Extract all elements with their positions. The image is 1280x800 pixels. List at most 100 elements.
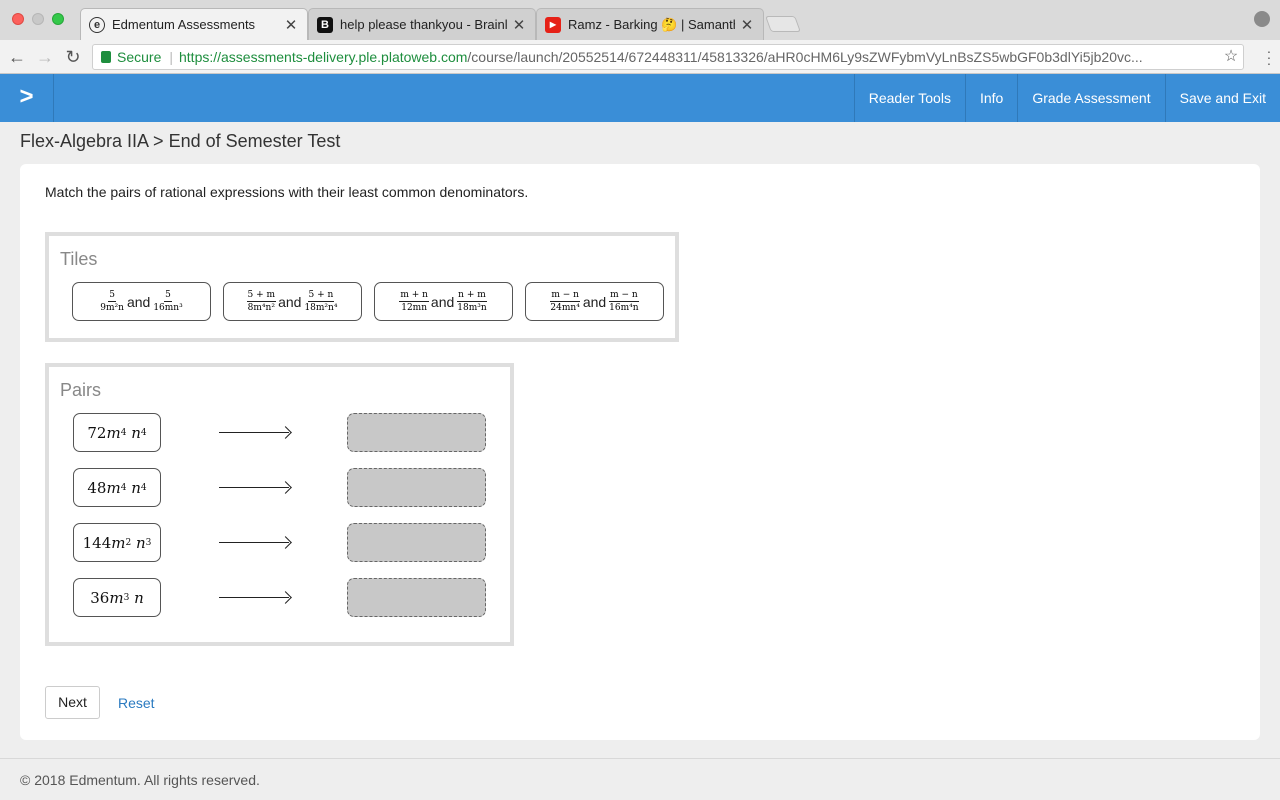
url-path: /course/launch/20552514/672448311/458133… <box>467 49 1143 65</box>
brainly-icon: B <box>317 16 333 33</box>
lcd-coefficient: 48 <box>87 478 107 497</box>
lcd-label: 72 m 4 n4 <box>73 413 161 452</box>
lcd-label: 48 m 4 n4 <box>73 468 161 507</box>
lcd-label: 36 m 3 n <box>73 578 161 617</box>
browser-tab-brainly[interactable]: B help please thankyou - Brainly ✕ <box>308 8 536 40</box>
pairs-heading: Pairs <box>60 380 102 400</box>
fraction: 5 16mn³ <box>152 290 183 313</box>
pairs-container: Pairs 72 m 4 n 4 48 m 4 n 4 144 m 2 n 3 36 m 3 n <box>45 363 514 646</box>
tab-title: Ramz - Barking 🤔 | Samantha <box>568 16 735 32</box>
pair-row: 36 m 3 n <box>49 578 510 617</box>
fraction: m + n 12mn <box>399 290 429 313</box>
numerator: m + n <box>399 290 429 302</box>
numerator: m − n <box>609 290 639 302</box>
back-icon[interactable]: ← <box>6 46 28 68</box>
info-button[interactable]: Info <box>964 74 1017 122</box>
header-nav: Reader Tools Info Grade Assessment Save … <box>853 74 1280 122</box>
tiles-container: Tiles 5 9m²n and 5 16mn³ 5 + m 8m⁴n² and 5 + n 18… <box>45 232 679 342</box>
draggable-tile[interactable]: 5 + m 8m⁴n² and 5 + n 18m²n⁴ <box>223 282 362 321</box>
tiles-heading: Tiles <box>60 249 98 269</box>
reset-link[interactable]: Reset <box>118 695 155 711</box>
n-exponent: 3 <box>145 537 152 548</box>
fraction: 5 + n 18m²n⁴ <box>303 290 338 313</box>
denominator: 12mn <box>401 303 428 313</box>
right-arrow-icon <box>219 597 289 598</box>
window-maximize-button[interactable] <box>52 13 64 25</box>
denominator: 16mn³ <box>153 303 183 313</box>
lcd-coefficient: 144 <box>82 533 112 552</box>
new-tab-button[interactable] <box>765 16 801 32</box>
right-arrow-icon <box>219 432 289 433</box>
right-arrow-icon <box>219 542 289 543</box>
denominator: 9m²n <box>100 303 124 313</box>
denominator: 18m³n <box>457 303 487 313</box>
pair-row: 144 m 2 n3 <box>49 523 510 562</box>
denominator: 18m²n⁴ <box>304 303 338 313</box>
address-bar[interactable]: Secure | https://assessments-delivery.pl… <box>92 44 1244 70</box>
breadcrumb: Flex-Algebra IIA > End of Semester Test <box>20 131 341 151</box>
close-tab-icon[interactable]: ✕ <box>511 16 527 34</box>
edmentum-icon: e <box>89 16 105 33</box>
reload-icon[interactable]: ↻ <box>62 46 84 68</box>
close-tab-icon[interactable]: ✕ <box>283 16 299 34</box>
fraction: 5 + m 8m⁴n² <box>246 290 277 313</box>
and-word: and <box>582 293 607 310</box>
drop-target[interactable] <box>347 413 486 452</box>
browser-menu-icon[interactable]: · · · <box>1266 44 1272 70</box>
pair-row: 48 m 4 n4 <box>49 468 510 507</box>
lcd-coefficient: 36 <box>90 588 110 607</box>
window-minimize-button[interactable] <box>32 13 44 25</box>
browser-tab-strip: e Edmentum Assessments ✕ B help please t… <box>0 0 1280 40</box>
expand-menu-icon[interactable]: > <box>0 74 54 122</box>
tab-title: help please thankyou - Brainly <box>340 17 507 32</box>
numerator: 5 + n <box>307 290 335 302</box>
fraction: n + m 18m³n <box>456 290 487 313</box>
and-word: and <box>278 293 302 310</box>
drop-target[interactable] <box>347 468 486 507</box>
lcd-coefficient: 72 <box>87 423 107 442</box>
draggable-tile[interactable]: m + n 12mn and n + m 18m³n <box>374 282 513 321</box>
secure-label: Secure <box>117 49 162 65</box>
footer-divider <box>0 758 1280 759</box>
browser-toolbar: ← → ↻ Secure | https://assessments-deliv… <box>0 40 1280 74</box>
url-host: https://assessments-delivery.ple.platowe… <box>179 49 468 65</box>
question-prompt: Match the pairs of rational expressions … <box>45 184 529 200</box>
draggable-tile[interactable]: 5 9m²n and 5 16mn³ <box>72 282 211 321</box>
omnibox-separator: | <box>169 49 173 65</box>
save-and-exit-button[interactable]: Save and Exit <box>1164 74 1280 122</box>
n-exponent: 4 <box>140 482 147 493</box>
window-close-button[interactable] <box>12 13 24 25</box>
denominator: 16m⁴n <box>609 303 639 313</box>
youtube-icon: ▶ <box>545 16 561 33</box>
question-card: Match the pairs of rational expressions … <box>20 164 1260 740</box>
fraction: m − n 24mn⁴ <box>549 290 580 313</box>
n-exponent: 4 <box>140 427 147 438</box>
browser-tab-youtube[interactable]: ▶ Ramz - Barking 🤔 | Samantha ✕ <box>536 8 764 40</box>
numerator: n + m <box>457 290 487 302</box>
fraction: 5 9m²n <box>99 290 125 313</box>
copyright-footer: © 2018 Edmentum. All rights reserved. <box>20 772 260 788</box>
browser-tab-edmentum[interactable]: e Edmentum Assessments ✕ <box>80 8 308 40</box>
pair-row: 72 m 4 n4 <box>49 413 510 452</box>
numerator: m − n <box>550 290 580 302</box>
numerator: 5 + m <box>246 290 277 302</box>
lock-icon <box>101 51 111 63</box>
fraction: m − n 16m⁴n <box>608 290 639 313</box>
close-tab-icon[interactable]: ✕ <box>739 16 755 34</box>
drop-target[interactable] <box>347 523 486 562</box>
and-word: and <box>126 293 151 310</box>
profile-icon[interactable] <box>1254 11 1270 27</box>
and-word: and <box>430 293 455 310</box>
reader-tools-button[interactable]: Reader Tools <box>853 74 965 122</box>
lcd-label: 144 m 2 n3 <box>73 523 161 562</box>
denominator: 8m⁴n² <box>247 303 275 313</box>
numerator: 5 <box>164 290 172 302</box>
forward-icon[interactable]: → <box>34 46 56 68</box>
draggable-tile[interactable]: m − n 24mn⁴ and m − n 16m⁴n <box>525 282 664 321</box>
app-header: > Reader Tools Info Grade Assessment Sav… <box>0 74 1280 122</box>
grade-assessment-button[interactable]: Grade Assessment <box>1017 74 1164 122</box>
bookmark-star-icon[interactable]: ☆ <box>1219 45 1243 69</box>
numerator: 5 <box>108 290 116 302</box>
drop-target[interactable] <box>347 578 486 617</box>
next-button[interactable]: Next <box>45 686 100 719</box>
